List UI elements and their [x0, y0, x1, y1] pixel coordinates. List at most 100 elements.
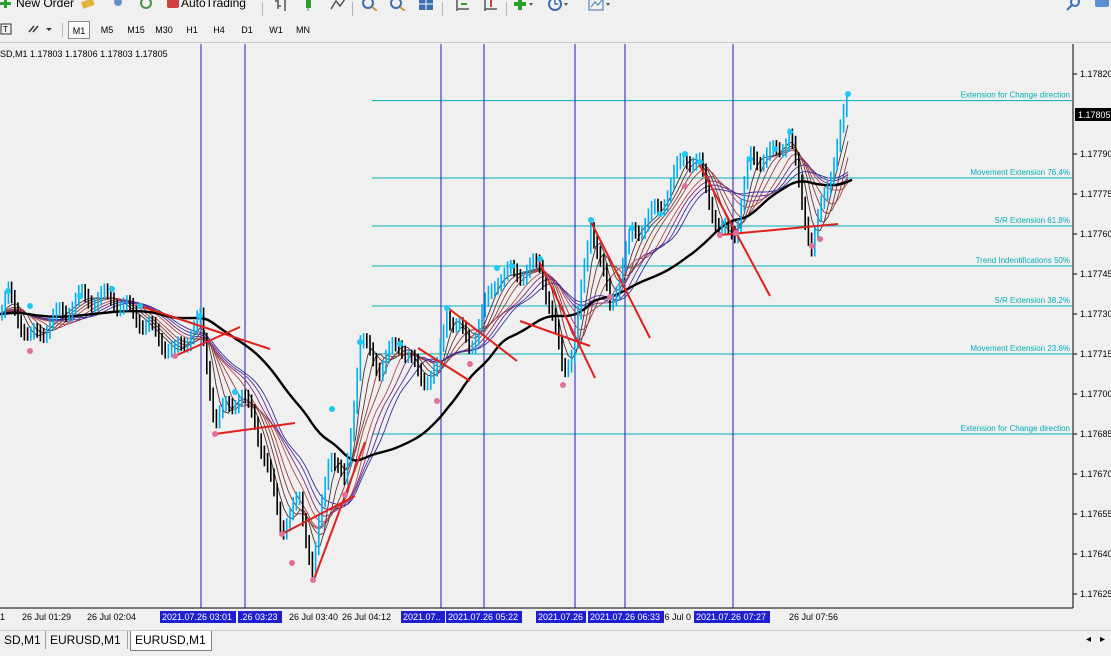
price-label: 1.17715	[1080, 349, 1111, 359]
timeframe-m30[interactable]: M30	[152, 21, 176, 39]
autotrading-button[interactable]: AutoTrading	[165, 0, 246, 10]
indicators-icon[interactable]	[514, 0, 533, 11]
chart-canvas[interactable]: Extension for Change direction Movement E…	[0, 44, 1111, 628]
zoom-in-icon[interactable]	[362, 0, 378, 12]
pivot-high-dot	[5, 288, 11, 294]
ma-ribbon-line	[0, 171, 849, 507]
fib-level-label: Extension for Change direction	[961, 91, 1070, 100]
periods-icon[interactable]	[548, 0, 568, 11]
timeframe-m15[interactable]: M15	[124, 21, 148, 39]
time-label-highlighted: 2021.07.26	[538, 612, 583, 622]
tab-scroll-left-icon[interactable]: ◂	[1086, 634, 1091, 645]
people-icon[interactable]	[110, 0, 126, 10]
pivot-high-dot	[629, 225, 635, 231]
templates-icon[interactable]	[588, 0, 610, 11]
pivot-high-dot	[845, 91, 851, 97]
zoom-out-icon[interactable]	[390, 0, 406, 12]
price-label: 1.17745	[1080, 269, 1111, 279]
current-price-label: 1.17805	[1078, 110, 1111, 120]
tab-scroll-right-icon[interactable]: ▸	[1100, 634, 1105, 645]
tab-chart-3[interactable]: EURUSD,M1	[130, 631, 212, 651]
tab-chart-2[interactable]: EURUSD,M1	[46, 631, 128, 649]
price-label: 1.17685	[1080, 429, 1111, 439]
autotrading-icon	[165, 0, 181, 10]
time-label: 26 Jul 01:29	[22, 612, 71, 622]
price-label: 1.17820	[1080, 69, 1111, 79]
svg-text:T: T	[3, 25, 8, 34]
time-label: 26 Jul 07:56	[789, 612, 838, 622]
pivot-high-dot	[697, 159, 703, 165]
fib-level-label: Movement Extension 23.6%	[970, 344, 1070, 353]
pivot-high-dot	[588, 217, 594, 223]
pivot-low-dot	[467, 361, 473, 367]
tab-chart-1[interactable]: SD,M1	[0, 631, 46, 649]
time-label-highlighted: 2021.07.26 06:33	[590, 612, 660, 622]
main-toolbar: New Order AutoTrading	[0, 0, 1111, 17]
pivot-high-dot	[109, 286, 115, 292]
pivot-low-dot	[27, 348, 33, 354]
time-label-highlighted: 2021.07.26 05:22	[448, 612, 518, 622]
pivot-low-dot	[310, 577, 316, 583]
pivot-low-dot	[717, 232, 723, 238]
search-icon[interactable]	[1066, 0, 1082, 11]
price-label: 1.17655	[1080, 509, 1111, 519]
money-icon[interactable]	[80, 0, 96, 10]
bar-chart-icon[interactable]	[274, 0, 290, 11]
timeframe-m1[interactable]: M1	[68, 21, 90, 39]
chat-icon[interactable]	[1094, 0, 1110, 11]
price-label: 1.17640	[1080, 549, 1111, 559]
pivot-high-dot	[509, 263, 515, 269]
pivot-high-dot	[357, 339, 363, 345]
timeframe-w1[interactable]: W1	[265, 21, 287, 39]
timeframe-m5[interactable]: M5	[96, 21, 118, 39]
time-label: 26 Jul 03:40	[289, 612, 338, 622]
pivot-low-dot	[560, 382, 566, 388]
pivot-high-dot	[494, 265, 500, 271]
ma-ribbon-line	[0, 158, 849, 517]
trend-line	[417, 347, 471, 382]
time-label-highlighted: .26 03:23	[240, 612, 278, 622]
plus-icon	[0, 0, 16, 10]
line-chart-icon[interactable]	[330, 0, 346, 11]
time-label: :6 Jul 0	[662, 612, 691, 622]
pivot-high-dot	[682, 151, 688, 157]
pivot-high-dot	[197, 313, 203, 319]
timeframe-h4[interactable]: H4	[208, 21, 230, 39]
autoscroll-icon[interactable]	[454, 0, 470, 11]
chart-tabs: SD,M1 EURUSD,M1 EURUSD,M1 ◂ ▸	[0, 630, 1111, 656]
pivot-low-dot	[809, 243, 815, 249]
pivot-low-dot	[607, 294, 613, 300]
pivot-low-dot	[172, 353, 178, 359]
trend-line	[697, 161, 771, 297]
price-label: 1.17775	[1080, 189, 1111, 199]
crosshair-icon[interactable]: T	[0, 22, 14, 39]
pivot-high-dot	[329, 406, 335, 412]
new-order-label: New Order	[16, 0, 75, 10]
tile-windows-icon[interactable]	[418, 0, 434, 11]
pivot-low-dot	[733, 230, 739, 236]
price-chart[interactable]: Extension for Change direction Movement E…	[0, 44, 1111, 628]
signal-icon[interactable]	[138, 0, 154, 10]
pivot-high-dot	[27, 303, 33, 309]
price-label: 1.17790	[1080, 149, 1111, 159]
pivot-low-dot	[434, 398, 440, 404]
fib-level-label: S/R Extension 38.2%	[994, 296, 1070, 305]
time-label: 26 Jul 04:12	[342, 612, 391, 622]
time-label: 26 Jul 02:04	[87, 612, 136, 622]
timeframe-mn[interactable]: MN	[292, 21, 314, 39]
timeframe-h1[interactable]: H1	[181, 21, 203, 39]
pivot-high-dot	[747, 156, 753, 162]
pivot-high-dot	[444, 305, 450, 311]
pivot-low-dot	[212, 431, 218, 437]
fib-level-label: Extension for Change direction	[961, 424, 1070, 433]
pivot-low-dot	[289, 560, 295, 566]
timeframe-d1[interactable]: D1	[236, 21, 258, 39]
time-label-highlighted: 2021.07.26 03:01	[162, 612, 232, 622]
pivot-high-dot	[137, 303, 143, 309]
candlestick-icon[interactable]	[302, 0, 318, 11]
new-order-button[interactable]: New Order	[0, 0, 74, 10]
drawing-tools-icon[interactable]	[26, 22, 54, 39]
chart-shift-icon[interactable]	[482, 0, 498, 11]
pivot-high-dot	[232, 389, 238, 395]
fib-level-label: S/R Extension 61.8%	[994, 216, 1070, 225]
